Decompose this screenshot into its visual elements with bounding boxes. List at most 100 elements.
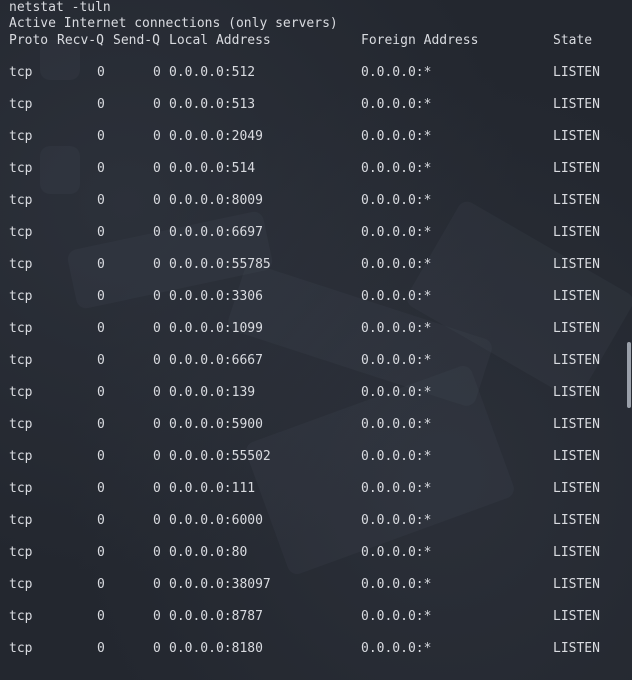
column-state: State xyxy=(553,33,593,48)
recv-q-cell: 0 xyxy=(97,193,105,208)
local-address-cell: 0.0.0.0:1099 xyxy=(169,321,263,336)
recv-q-cell: 0 xyxy=(97,577,105,592)
local-address-cell: 0.0.0.0:8009 xyxy=(169,193,263,208)
table-row: tcp 0 0 0.0.0.0:8009 0.0.0.0:* LISTEN xyxy=(0,193,632,209)
recv-q-cell: 0 xyxy=(97,65,105,80)
table-row: tcp 0 0 0.0.0.0:55785 0.0.0.0:* LISTEN xyxy=(0,257,632,273)
foreign-address-cell: 0.0.0.0:* xyxy=(361,609,432,624)
state-cell: LISTEN xyxy=(553,161,600,176)
state-cell: LISTEN xyxy=(553,321,600,336)
local-address-cell: 0.0.0.0:8787 xyxy=(169,609,263,624)
proto-cell: tcp xyxy=(9,161,33,176)
send-q-cell: 0 xyxy=(153,193,161,208)
state-cell: LISTEN xyxy=(553,481,600,496)
scrollbar-thumb[interactable] xyxy=(627,342,631,408)
send-q-cell: 0 xyxy=(153,641,161,656)
recv-q-cell: 0 xyxy=(97,417,105,432)
table-row: tcp 0 0 0.0.0.0:55502 0.0.0.0:* LISTEN xyxy=(0,449,632,465)
send-q-cell: 0 xyxy=(153,513,161,528)
table-row: tcp 0 0 0.0.0.0:3306 0.0.0.0:* LISTEN xyxy=(0,289,632,305)
send-q-cell: 0 xyxy=(153,353,161,368)
local-address-cell: 0.0.0.0:6697 xyxy=(169,225,263,240)
foreign-address-cell: 0.0.0.0:* xyxy=(361,129,432,144)
recv-q-cell: 0 xyxy=(97,129,105,144)
table-row: tcp 0 0 0.0.0.0:513 0.0.0.0:* LISTEN xyxy=(0,97,632,113)
column-proto: Proto xyxy=(9,33,49,48)
table-row: tcp 0 0 0.0.0.0:6667 0.0.0.0:* LISTEN xyxy=(0,353,632,369)
table-row: tcp 0 0 0.0.0.0:1099 0.0.0.0:* LISTEN xyxy=(0,321,632,337)
state-cell: LISTEN xyxy=(553,385,600,400)
recv-q-cell: 0 xyxy=(97,161,105,176)
local-address-cell: 0.0.0.0:55785 xyxy=(169,257,271,272)
local-address-cell: 0.0.0.0:512 xyxy=(169,65,256,80)
local-address-cell: 0.0.0.0:514 xyxy=(169,161,256,176)
proto-cell: tcp xyxy=(9,225,33,240)
send-q-cell: 0 xyxy=(153,545,161,560)
send-q-cell: 0 xyxy=(153,129,161,144)
state-cell: LISTEN xyxy=(553,545,600,560)
local-address-cell: 0.0.0.0:6000 xyxy=(169,513,263,528)
local-address-cell: 0.0.0.0:139 xyxy=(169,385,256,400)
state-cell: LISTEN xyxy=(553,257,600,272)
scrollbar[interactable] xyxy=(626,0,632,680)
command-line: netstat -tuln xyxy=(9,0,111,15)
foreign-address-cell: 0.0.0.0:* xyxy=(361,225,432,240)
recv-q-cell: 0 xyxy=(97,353,105,368)
state-cell: LISTEN xyxy=(553,353,600,368)
recv-q-cell: 0 xyxy=(97,513,105,528)
state-cell: LISTEN xyxy=(553,449,600,464)
proto-cell: tcp xyxy=(9,641,33,656)
local-address-cell: 0.0.0.0:513 xyxy=(169,97,256,112)
recv-q-cell: 0 xyxy=(97,289,105,304)
send-q-cell: 0 xyxy=(153,481,161,496)
recv-q-cell: 0 xyxy=(97,609,105,624)
column-header: Proto Recv-Q Send-Q Local Address Foreig… xyxy=(0,33,632,49)
proto-cell: tcp xyxy=(9,513,33,528)
table-row: tcp 0 0 0.0.0.0:5900 0.0.0.0:* LISTEN xyxy=(0,417,632,433)
foreign-address-cell: 0.0.0.0:* xyxy=(361,321,432,336)
local-address-cell: 0.0.0.0:55502 xyxy=(169,449,271,464)
foreign-address-cell: 0.0.0.0:* xyxy=(361,257,432,272)
proto-cell: tcp xyxy=(9,545,33,560)
foreign-address-cell: 0.0.0.0:* xyxy=(361,97,432,112)
recv-q-cell: 0 xyxy=(97,321,105,336)
table-row: tcp 0 0 0.0.0.0:6697 0.0.0.0:* LISTEN xyxy=(0,225,632,241)
send-q-cell: 0 xyxy=(153,385,161,400)
send-q-cell: 0 xyxy=(153,97,161,112)
local-address-cell: 0.0.0.0:80 xyxy=(169,545,248,560)
table-row: tcp 0 0 0.0.0.0:512 0.0.0.0:* LISTEN xyxy=(0,65,632,81)
table-row: tcp 0 0 0.0.0.0:6000 0.0.0.0:* LISTEN xyxy=(0,513,632,529)
send-q-cell: 0 xyxy=(153,577,161,592)
recv-q-cell: 0 xyxy=(97,545,105,560)
proto-cell: tcp xyxy=(9,417,33,432)
table-row: tcp 0 0 0.0.0.0:8787 0.0.0.0:* LISTEN xyxy=(0,609,632,625)
local-address-cell: 0.0.0.0:38097 xyxy=(169,577,271,592)
table-row: tcp 0 0 0.0.0.0:80 0.0.0.0:* LISTEN xyxy=(0,545,632,561)
recv-q-cell: 0 xyxy=(97,225,105,240)
state-cell: LISTEN xyxy=(553,289,600,304)
terminal-window[interactable]: netstat -tuln Active Internet connection… xyxy=(0,0,632,680)
local-address-cell: 0.0.0.0:2049 xyxy=(169,129,263,144)
send-q-cell: 0 xyxy=(153,65,161,80)
recv-q-cell: 0 xyxy=(97,481,105,496)
send-q-cell: 0 xyxy=(153,449,161,464)
state-cell: LISTEN xyxy=(553,417,600,432)
table-row: tcp 0 0 0.0.0.0:514 0.0.0.0:* LISTEN xyxy=(0,161,632,177)
column-foreign-address: Foreign Address xyxy=(361,33,479,48)
proto-cell: tcp xyxy=(9,385,33,400)
state-cell: LISTEN xyxy=(553,129,600,144)
foreign-address-cell: 0.0.0.0:* xyxy=(361,641,432,656)
foreign-address-cell: 0.0.0.0:* xyxy=(361,193,432,208)
send-q-cell: 0 xyxy=(153,225,161,240)
foreign-address-cell: 0.0.0.0:* xyxy=(361,481,432,496)
proto-cell: tcp xyxy=(9,129,33,144)
proto-cell: tcp xyxy=(9,289,33,304)
foreign-address-cell: 0.0.0.0:* xyxy=(361,289,432,304)
state-cell: LISTEN xyxy=(553,513,600,528)
send-q-cell: 0 xyxy=(153,161,161,176)
recv-q-cell: 0 xyxy=(97,257,105,272)
local-address-cell: 0.0.0.0:5900 xyxy=(169,417,263,432)
state-cell: LISTEN xyxy=(553,641,600,656)
column-recv-q: Recv-Q xyxy=(57,33,104,48)
proto-cell: tcp xyxy=(9,97,33,112)
